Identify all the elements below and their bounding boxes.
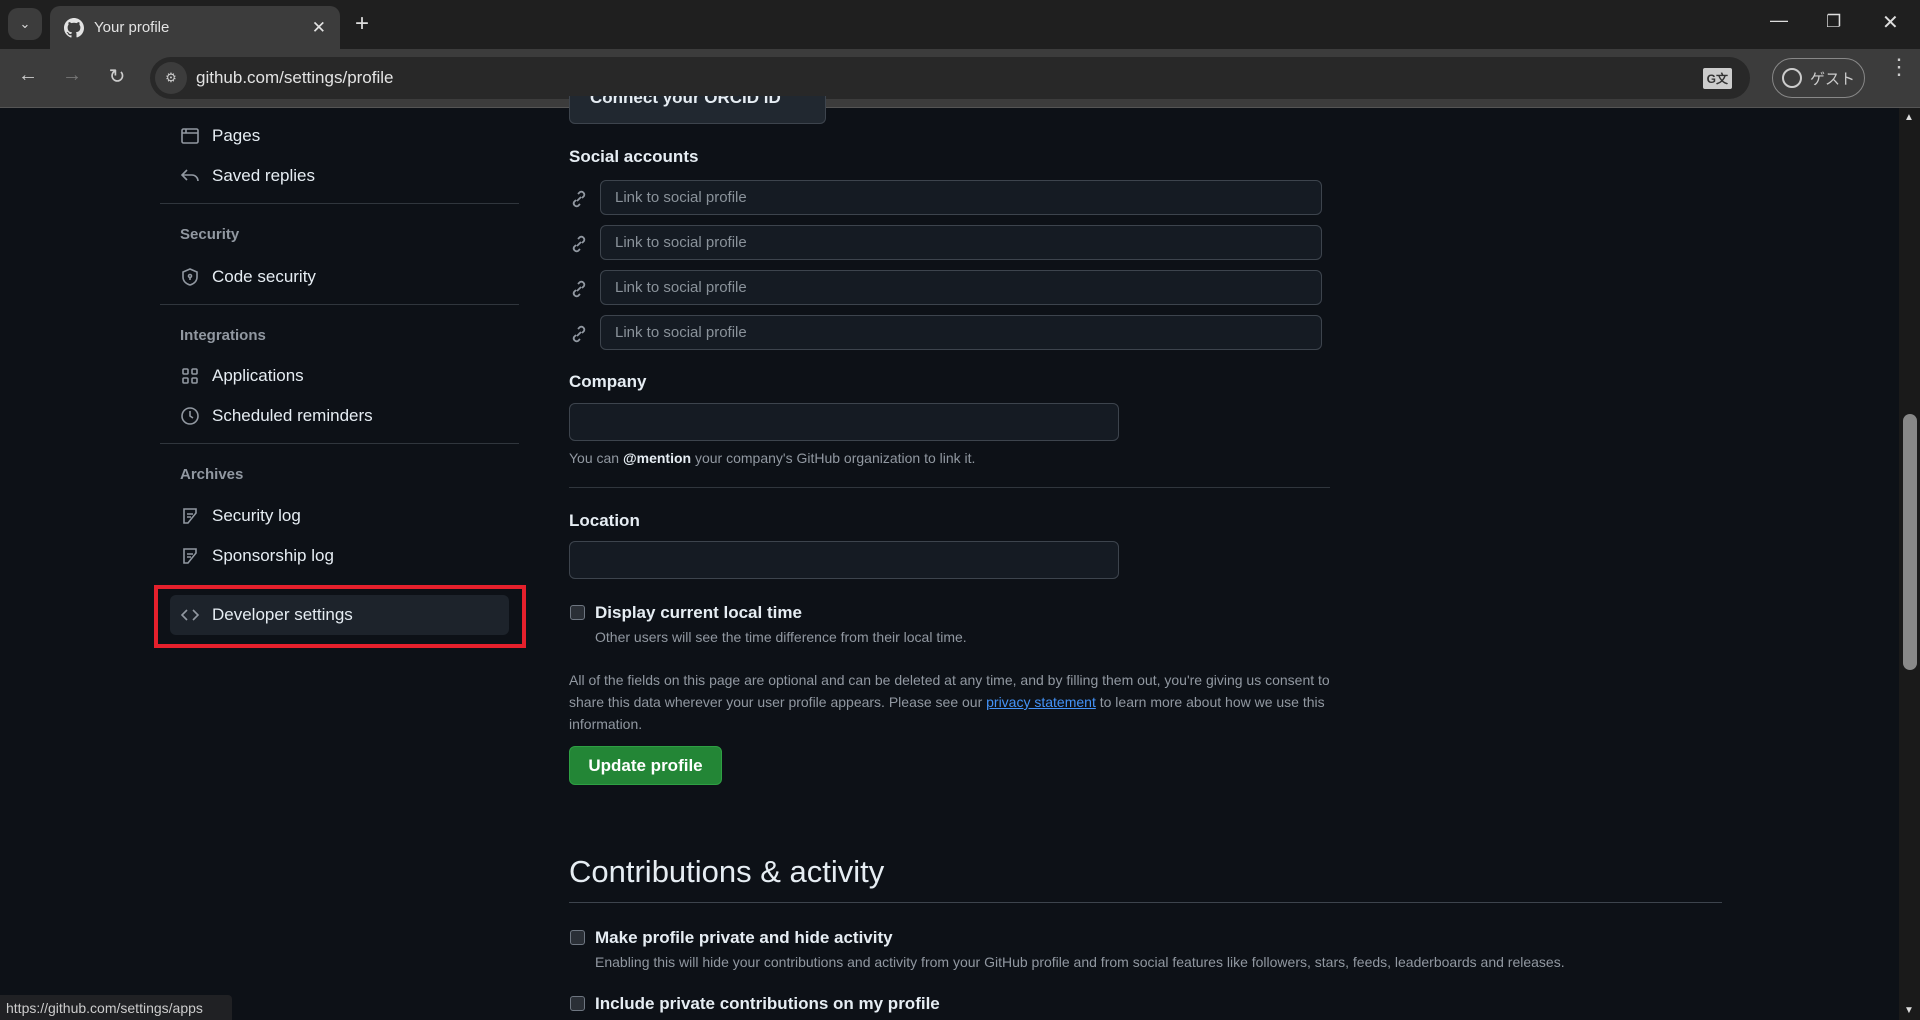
close-window-icon[interactable]: ✕ <box>1882 10 1899 35</box>
include-private-label: Include private contributions on my prof… <box>595 994 940 1013</box>
github-icon <box>64 17 84 38</box>
sidebar-item-code-security[interactable]: Code security <box>180 262 316 292</box>
company-hint: You can @mention your company's GitHub o… <box>569 450 975 466</box>
social-accounts-heading: Social accounts <box>569 147 699 166</box>
hint-text: your company's GitHub organization to li… <box>691 450 976 466</box>
browser-icon <box>181 128 199 144</box>
contributions-heading: Contributions & activity <box>569 854 885 889</box>
profile-label: ゲスト <box>1809 70 1855 88</box>
section-heading-archives: Archives <box>180 466 244 483</box>
tab-your-profile[interactable]: Your profile ✕ <box>50 6 340 49</box>
shield-lock-icon <box>182 268 198 286</box>
reply-icon <box>180 169 199 182</box>
restore-icon[interactable]: ❐ <box>1826 12 1841 32</box>
tab-title: Your profile <box>94 19 170 36</box>
minimize-icon[interactable]: — <box>1770 10 1788 31</box>
social-link-input-4[interactable] <box>600 315 1322 350</box>
social-link-input-1[interactable] <box>600 180 1322 215</box>
sidebar-item-label: Pages <box>212 126 261 145</box>
social-link-input-3[interactable] <box>600 270 1322 305</box>
sidebar-item-label: Security log <box>212 506 301 525</box>
scrollbar-thumb[interactable] <box>1903 414 1917 670</box>
connect-orcid-button[interactable]: Connect your ORCID iD <box>569 96 826 124</box>
site-info-icon[interactable]: ⚙ <box>155 62 187 94</box>
url-text: github.com/settings/profile <box>196 68 394 87</box>
user-circle-icon <box>1781 68 1802 88</box>
link-icon <box>572 325 586 343</box>
sidebar-item-label: Scheduled reminders <box>212 406 373 425</box>
code-icon <box>180 609 200 621</box>
privacy-statement-link[interactable]: privacy statement <box>986 694 1096 710</box>
section-heading-security: Security <box>180 226 240 243</box>
local-time-hint: Other users will see the time difference… <box>595 629 967 645</box>
apps-icon <box>182 368 198 384</box>
sidebar-item-pages[interactable]: Pages <box>180 121 260 151</box>
close-tab-icon[interactable]: ✕ <box>312 18 326 38</box>
sidebar-item-label: Sponsorship log <box>212 546 334 565</box>
sidebar-item-saved-replies[interactable]: Saved replies <box>180 161 315 191</box>
sidebar-item-label: Developer settings <box>212 605 353 624</box>
company-input[interactable] <box>569 403 1119 441</box>
hint-text: You can <box>569 450 623 466</box>
location-input[interactable] <box>569 541 1119 579</box>
reload-icon[interactable]: ↻ <box>100 64 134 89</box>
orcid-label: Connect your ORCID iD <box>590 96 781 107</box>
social-link-input-2[interactable] <box>600 225 1322 260</box>
local-time-label: Display current local time <box>595 603 802 622</box>
tab-search-button[interactable]: ⌄ <box>8 8 42 40</box>
sidebar-item-applications[interactable]: Applications <box>180 361 304 391</box>
sidebar-item-scheduled-reminders[interactable]: Scheduled reminders <box>180 401 373 431</box>
disclaimer: All of the fields on this page are optio… <box>569 669 1339 735</box>
private-profile-label: Make profile private and hide activity <box>595 928 893 947</box>
divider <box>160 203 519 204</box>
mention-text: @mention <box>622 450 692 466</box>
log-icon <box>183 508 197 524</box>
forward-icon[interactable]: → <box>55 64 89 87</box>
log-icon <box>183 548 197 564</box>
private-profile-hint: Enabling this will hide your contributio… <box>595 954 1565 970</box>
update-profile-button[interactable]: Update profile <box>569 746 722 785</box>
sidebar-item-label: Saved replies <box>212 166 316 185</box>
divider <box>569 902 1722 903</box>
location-label: Location <box>569 511 640 530</box>
scroll-up-icon[interactable]: ▲ <box>1904 112 1914 123</box>
divider <box>160 443 519 444</box>
menu-icon[interactable]: ⋮ <box>1888 56 1910 78</box>
section-heading-integrations: Integrations <box>180 327 266 344</box>
sidebar-item-label: Code security <box>212 267 316 286</box>
link-icon <box>572 235 586 253</box>
private-profile-checkbox[interactable] <box>570 930 585 945</box>
translate-icon[interactable]: G文 <box>1702 67 1732 89</box>
local-time-checkbox[interactable] <box>570 605 585 620</box>
status-bar-url: https://github.com/settings/apps <box>0 995 232 1020</box>
sidebar-item-label: Applications <box>212 366 304 385</box>
sidebar-item-sponsorship-log[interactable]: Sponsorship log <box>180 541 334 571</box>
company-label: Company <box>569 372 647 391</box>
scroll-down-icon[interactable]: ▼ <box>1904 1005 1914 1016</box>
guest-profile-button[interactable]: ゲスト <box>1772 58 1865 98</box>
link-icon <box>572 190 586 208</box>
include-private-checkbox[interactable] <box>570 996 585 1011</box>
clock-icon <box>181 407 199 425</box>
developer-settings-link[interactable]: Developer settings <box>180 600 353 630</box>
back-icon[interactable]: ← <box>11 64 45 87</box>
divider <box>160 304 519 305</box>
new-tab-icon[interactable]: + <box>355 10 369 38</box>
address-bar[interactable]: ⚙ github.com/settings/profile G文 <box>150 57 1750 99</box>
divider <box>569 487 1330 488</box>
link-icon <box>572 280 586 298</box>
sidebar-item-security-log[interactable]: Security log <box>180 501 301 531</box>
